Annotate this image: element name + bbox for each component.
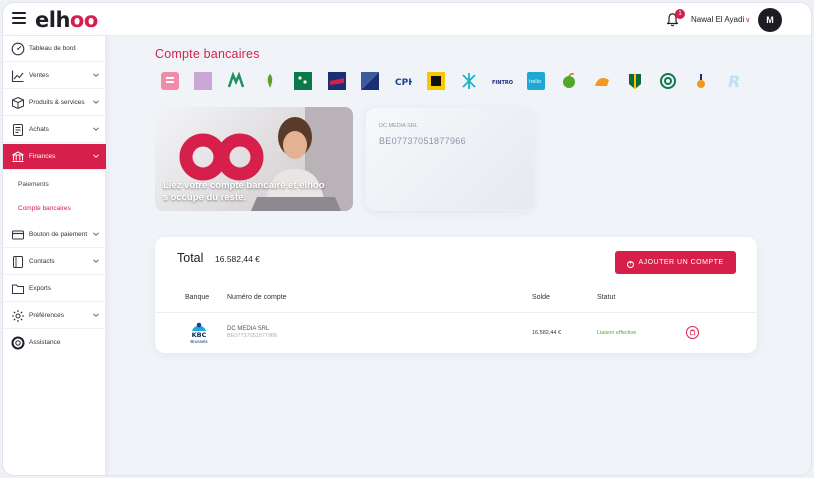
bank-logo-icon[interactable]	[227, 72, 245, 90]
bank-logo-icon[interactable]	[460, 72, 478, 90]
chart-line-icon	[11, 70, 24, 83]
bank-logo-icon[interactable]: hello	[527, 72, 545, 90]
bank-logo-icon[interactable]	[692, 72, 710, 90]
bank-logo-icon[interactable]	[560, 72, 578, 90]
dashboard-icon	[11, 42, 25, 56]
credit-card-icon	[12, 230, 24, 240]
page-title: Compte bancaires	[155, 47, 260, 61]
sidebar-item-preferences[interactable]: Préférences	[3, 303, 106, 329]
sidebar: Tableau de bord Ventes Produits & servic…	[3, 36, 106, 475]
chevron-down-icon	[93, 232, 99, 236]
total-label: Total	[177, 251, 204, 265]
bank-logo-icon[interactable]	[161, 72, 179, 90]
kbc-logo: KBC Brussels	[186, 321, 212, 345]
avatar[interactable]: M	[758, 8, 782, 32]
svg-text:CPH: CPH	[395, 78, 412, 88]
chevron-down-icon	[93, 313, 99, 317]
bank-logo-icon[interactable]	[194, 72, 212, 90]
chevron-down-icon	[93, 154, 99, 158]
menu-icon[interactable]	[12, 12, 26, 24]
chevron-down-icon	[93, 259, 99, 263]
row-balance: 16.582,44 €	[532, 330, 562, 336]
row-company: DC MEDIA SRL	[227, 326, 270, 332]
add-account-button[interactable]: + AJOUTER UN COMPTE	[615, 251, 736, 274]
user-menu[interactable]: Nawal El Ayadi∨	[691, 15, 750, 24]
bank-logo-icon[interactable]	[361, 72, 379, 90]
sidebar-item-bouton-paiement[interactable]: Bouton de paiement	[3, 222, 106, 248]
svg-text:hello: hello	[529, 79, 541, 85]
total-value: 16.582,44 €	[215, 254, 260, 264]
app-logo[interactable]: elhoo	[35, 8, 98, 32]
bank-logo-icon[interactable]	[328, 72, 346, 90]
app-window: elhoo 1 Nawal El Ayadi∨ M Tableau de bor…	[2, 2, 812, 476]
folder-icon	[12, 284, 24, 294]
svg-text:FINTRO: FINTRO	[492, 80, 513, 86]
sidebar-item-assistance[interactable]: Assistance	[3, 330, 106, 356]
chevron-down-icon	[93, 127, 99, 131]
contacts-icon	[13, 256, 23, 268]
notification-badge: 1	[675, 9, 685, 19]
bank-logo-icon[interactable]: R	[725, 72, 743, 90]
sidebar-item-dashboard[interactable]: Tableau de bord	[3, 36, 106, 62]
bank-logo-icon[interactable]	[626, 72, 644, 90]
svg-text:R: R	[728, 72, 740, 90]
sidebar-subitem-compte-bancaires[interactable]: Compte bancaires	[18, 205, 71, 212]
sidebar-item-finances[interactable]: Finances	[3, 144, 106, 170]
bank-logo-icon[interactable]	[659, 72, 677, 90]
promo-text: Liez votre compte bancaire et elhoo s'oc…	[163, 180, 325, 203]
sidebar-item-achats[interactable]: Achats	[3, 117, 106, 143]
bank-logo-icon[interactable]	[427, 72, 445, 90]
sidebar-item-ventes[interactable]: Ventes	[3, 63, 106, 89]
row-iban: BE07737051877966	[227, 333, 278, 339]
top-bar: elhoo 1 Nawal El Ayadi∨ M	[3, 3, 811, 36]
bank-logo-icon[interactable]	[261, 72, 279, 90]
column-header-status: Statut	[597, 294, 616, 301]
chevron-down-icon	[93, 100, 99, 104]
lifebuoy-icon	[11, 336, 25, 350]
sidebar-item-produits[interactable]: Produits & services	[3, 90, 106, 116]
trash-icon[interactable]	[686, 326, 699, 339]
status-badge: Liaison effective	[597, 330, 637, 336]
bank-account-card[interactable]: DC MEDIA SRL BE07737051877966	[365, 107, 535, 211]
bank-logo-icon[interactable]: CPH	[394, 72, 412, 90]
bank-icon	[12, 151, 24, 162]
column-header-bank: Banque	[185, 294, 210, 301]
column-header-account: Numéro de compte	[227, 294, 287, 301]
bank-logo-icon[interactable]	[593, 72, 611, 90]
accounts-panel: Total 16.582,44 € + AJOUTER UN COMPTE Ban…	[155, 237, 757, 353]
bank-logo-icon[interactable]	[294, 72, 312, 90]
sidebar-subitem-paiements[interactable]: Paiements	[18, 181, 49, 188]
box-icon	[12, 96, 24, 110]
gear-icon	[12, 310, 24, 322]
sidebar-item-exports[interactable]: Exports	[3, 276, 106, 302]
column-header-balance: Solde	[532, 294, 550, 301]
divider	[155, 312, 757, 313]
card-company-name: DC MEDIA SRL	[379, 123, 418, 129]
bank-logo-icon[interactable]: FINTRO	[492, 72, 514, 90]
sidebar-item-contacts[interactable]: Contacts	[3, 249, 106, 275]
card-iban: BE07737051877966	[379, 136, 466, 146]
promo-banner[interactable]: Liez votre compte bancaire et elhoo s'oc…	[155, 107, 353, 211]
plus-icon: +	[627, 261, 635, 268]
chevron-down-icon	[93, 73, 99, 77]
receipt-icon	[13, 124, 23, 136]
